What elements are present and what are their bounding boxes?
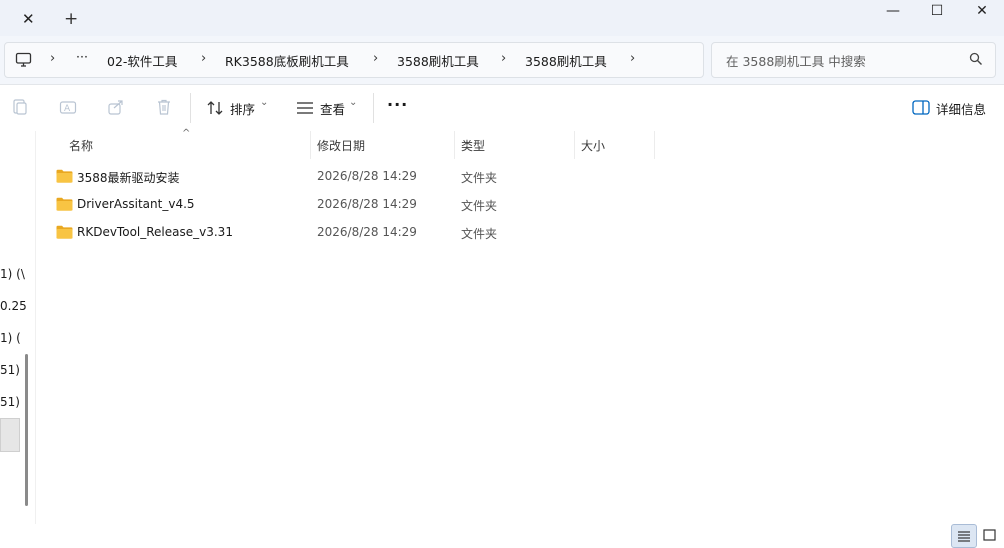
search-input[interactable]: 在 3588刷机工具 中搜索 [726, 51, 866, 70]
nav-item-label[interactable]: 0.25 [0, 299, 27, 313]
search-box[interactable]: 在 3588刷机工具 中搜索 [711, 42, 996, 78]
search-icon[interactable] [969, 52, 983, 66]
sort-label: 排序 [230, 102, 256, 117]
details-pane-label: 详细信息 [936, 102, 987, 117]
copy-icon[interactable] [11, 98, 29, 116]
breadcrumb-chevron-icon[interactable]: › [50, 51, 55, 66]
close-tab-icon[interactable]: ✕ [22, 10, 35, 28]
file-date: 2026/8/28 14:29 [317, 225, 417, 239]
close-window-button[interactable]: ✕ [959, 2, 1004, 24]
breadcrumb-chevron-icon[interactable]: › [201, 51, 206, 66]
column-header-type[interactable]: 类型 [461, 137, 485, 154]
nav-item-label[interactable]: 1) ( [0, 331, 21, 345]
column-resize-handle[interactable] [310, 131, 311, 159]
chevron-down-icon: ⌄ [260, 97, 269, 108]
sort-ascending-icon: ^ [182, 128, 191, 139]
details-pane-button[interactable]: 详细信息 [908, 85, 998, 131]
column-header-date[interactable]: 修改日期 [317, 137, 365, 154]
nav-item-label[interactable]: 1) (\ [0, 267, 25, 281]
column-header-size[interactable]: 大小 [581, 137, 605, 154]
nav-item-label[interactable]: 51) [0, 395, 20, 409]
details-pane-icon [912, 100, 930, 115]
file-name[interactable]: RKDevTool_Release_v3.31 [77, 225, 233, 239]
file-row[interactable]: DriverAssitant_v4.5 2026/8/28 14:29 文件夹 [52, 191, 652, 219]
folder-icon [56, 169, 73, 183]
breadcrumb-item[interactable]: RK3588底板刷机工具 [225, 51, 349, 70]
minimize-button[interactable]: — [870, 2, 916, 24]
file-date: 2026/8/28 14:29 [317, 169, 417, 183]
file-type: 文件夹 [461, 171, 498, 185]
column-resize-handle[interactable] [654, 131, 655, 159]
file-row[interactable]: RKDevTool_Release_v3.31 2026/8/28 14:29 … [52, 219, 652, 247]
large-icons-view-button[interactable] [978, 524, 1002, 546]
maximize-button[interactable]: ☐ [914, 2, 960, 24]
tiles-view-icon [983, 529, 996, 541]
folder-icon [56, 225, 73, 239]
file-type: 文件夹 [461, 199, 498, 213]
address-bar-area: › ··· 02-软件工具 › RK3588底板刷机工具 › 3588刷机工具 … [0, 36, 1004, 85]
file-row[interactable]: 3588最新驱动安装 2026/8/28 14:29 文件夹 [52, 163, 652, 191]
file-type: 文件夹 [461, 227, 498, 241]
nav-scrollbar[interactable] [25, 354, 28, 506]
rename-icon[interactable]: A [59, 98, 77, 116]
sort-icon [207, 101, 223, 115]
command-bar: A 排序 ⌄ 查看 ⌄ ··· 详细信息 [0, 85, 1004, 132]
navigation-pane[interactable]: 1) (\ 0.25 1) ( 51) 51) [0, 131, 36, 524]
file-date: 2026/8/28 14:29 [317, 197, 417, 211]
toolbar-separator [190, 93, 191, 123]
details-view-button[interactable] [951, 524, 977, 548]
file-list: ^ 名称 修改日期 类型 大小 3588最新驱动安装 2026/8/28 14:… [36, 128, 1004, 524]
file-name[interactable]: DriverAssitant_v4.5 [77, 197, 195, 211]
column-header-row: ^ 名称 修改日期 类型 大小 [36, 128, 656, 159]
column-header-name[interactable]: 名称 [69, 137, 93, 154]
details-view-icon [958, 531, 970, 542]
breadcrumb-item-current[interactable]: 3588刷机工具 [525, 51, 607, 70]
breadcrumb-chevron-icon[interactable]: › [373, 51, 378, 66]
more-options-button[interactable]: ··· [387, 95, 408, 114]
sort-button[interactable]: 排序 ⌄ [204, 85, 274, 131]
file-name[interactable]: 3588最新驱动安装 [77, 169, 180, 186]
breadcrumb-item[interactable]: 3588刷机工具 [397, 51, 479, 70]
svg-text:A: A [64, 104, 71, 114]
title-bar: ✕ + — ☐ ✕ [0, 0, 1004, 36]
nav-item-label[interactable]: 51) [0, 363, 20, 377]
view-icon [297, 102, 313, 114]
nav-item-selected[interactable] [0, 418, 20, 452]
browser-tab[interactable]: ✕ [0, 0, 46, 36]
new-tab-button[interactable]: + [64, 9, 78, 29]
toolbar-separator [373, 93, 374, 123]
column-resize-handle[interactable] [574, 131, 575, 159]
folder-icon [56, 197, 73, 211]
chevron-down-icon: ⌄ [349, 97, 358, 108]
breadcrumb-chevron-icon[interactable]: › [630, 51, 635, 66]
address-bar[interactable]: › ··· 02-软件工具 › RK3588底板刷机工具 › 3588刷机工具 … [4, 42, 704, 78]
view-button[interactable]: 查看 ⌄ [294, 85, 364, 131]
column-resize-handle[interactable] [454, 131, 455, 159]
status-bar [0, 524, 1004, 548]
share-icon[interactable] [107, 98, 125, 116]
breadcrumb-chevron-icon[interactable]: › [501, 51, 506, 66]
this-pc-icon[interactable] [15, 52, 32, 68]
view-label: 查看 [320, 102, 346, 117]
delete-icon[interactable] [155, 98, 173, 116]
breadcrumb-overflow-button[interactable]: ··· [76, 49, 88, 64]
breadcrumb-item[interactable]: 02-软件工具 [107, 51, 177, 70]
